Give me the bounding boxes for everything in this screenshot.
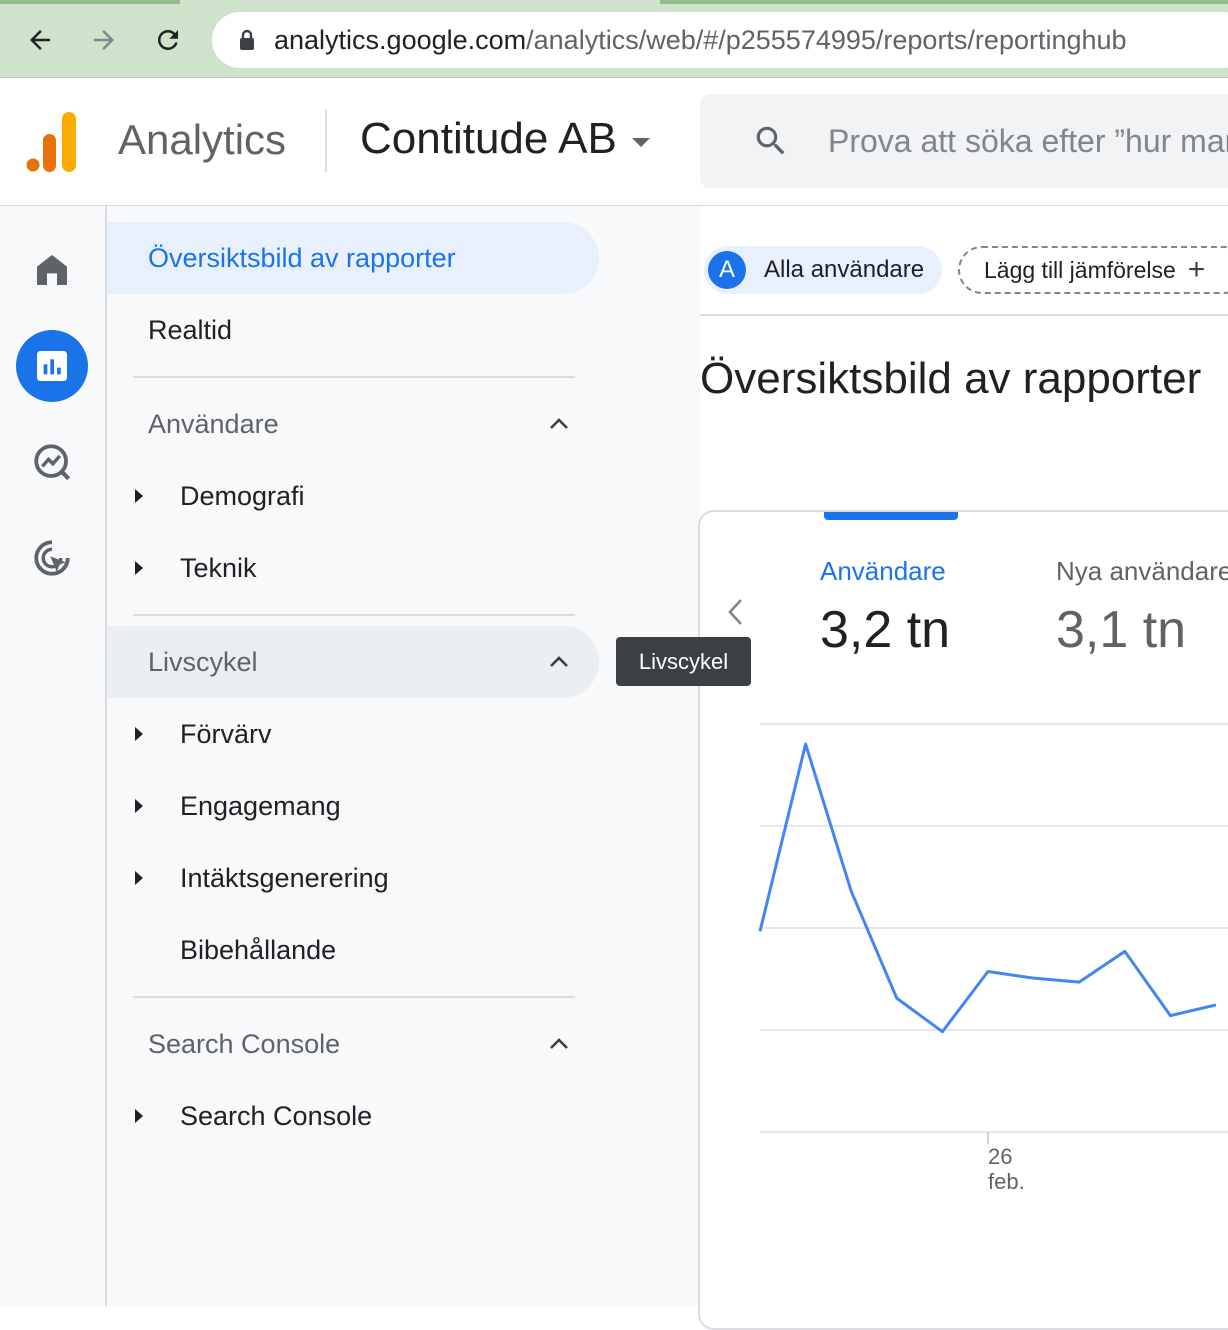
segment-chip[interactable]: A Alla användare <box>704 246 942 294</box>
browser-toolbar: analytics.google.com/analytics/web/#/p25… <box>0 0 1228 78</box>
expand-arrow-icon <box>135 561 143 575</box>
chart-series <box>758 742 1217 1034</box>
reload-button[interactable] <box>148 20 188 60</box>
rail-explore-button[interactable] <box>16 426 88 498</box>
url-domain: analytics.google.com <box>274 24 527 55</box>
segment-avatar: A <box>708 251 746 289</box>
browser-tab-edge <box>660 0 1228 4</box>
back-button[interactable] <box>20 20 60 60</box>
nav-item-engagement[interactable]: Engagemang <box>107 770 599 842</box>
reports-nav: Översiktsbild av rapporter Realtid Använ… <box>107 206 700 1306</box>
section-title: Search Console <box>148 1028 341 1059</box>
expand-arrow-icon <box>135 799 143 813</box>
chart-series-line <box>758 742 1217 1034</box>
search-bar[interactable] <box>700 94 1228 188</box>
advertising-icon <box>34 540 70 576</box>
browser-tab-edge <box>0 0 180 4</box>
nav-item-monetization[interactable]: Intäktsgenerering <box>107 842 599 914</box>
nav-divider <box>133 614 575 616</box>
chevron-up-icon <box>550 656 568 667</box>
expand-arrow-icon <box>135 727 143 741</box>
rail-advertising-button[interactable] <box>16 522 88 594</box>
reports-icon <box>37 351 67 381</box>
app-header: Analytics Contitude AB <box>0 78 1228 206</box>
nav-item-label: Bibehållande <box>180 934 337 965</box>
reload-icon <box>157 29 178 50</box>
nav-item-demographics[interactable]: Demografi <box>107 460 599 532</box>
page-title: Översiktsbild av rapporter <box>700 354 1202 403</box>
nav-section-lifecycle[interactable]: Livscykel <box>107 626 599 698</box>
nav-item-tech[interactable]: Teknik <box>107 532 599 604</box>
nav-item-search-console[interactable]: Search Console <box>107 1080 599 1152</box>
chart-x-axis: 26feb. <box>987 1132 1025 1194</box>
home-icon <box>37 255 67 285</box>
nav-item-label: Demografi <box>180 480 305 511</box>
expand-arrow-icon <box>135 1109 143 1123</box>
app-name: Analytics <box>118 116 287 163</box>
section-title: Användare <box>148 408 279 439</box>
nav-item-acquisition[interactable]: Förvärv <box>107 698 599 770</box>
add-comparison-button[interactable]: Lägg till jämförelse + <box>958 246 1228 294</box>
lock-icon <box>238 29 256 51</box>
address-bar[interactable]: analytics.google.com/analytics/web/#/p25… <box>212 12 1228 68</box>
nav-section-search-console[interactable]: Search Console <box>107 1008 599 1080</box>
chart-grid <box>760 723 1228 1133</box>
nav-item-label: Intäktsgenerering <box>180 862 389 893</box>
caret-down-icon[interactable] <box>632 138 650 147</box>
rail-home-button[interactable] <box>16 234 88 306</box>
forward-button[interactable] <box>84 20 124 60</box>
x-tick-label-day: 26 <box>988 1144 1012 1169</box>
plus-icon: + <box>1187 253 1206 286</box>
nav-item-overview[interactable]: Översiktsbild av rapporter <box>107 222 599 294</box>
explore-icon <box>34 444 71 481</box>
add-comparison-label: Lägg till jämförelse <box>984 256 1176 283</box>
rail-reports-button[interactable] <box>16 330 88 402</box>
nav-section-users[interactable]: Användare <box>107 388 599 460</box>
chevron-up-icon <box>550 418 568 429</box>
main-content: A Alla användare Lägg till jämförelse + … <box>698 206 1228 1330</box>
overview-card: Användare 3,2 tn Nya användare 3,1 tn 26… <box>698 510 1228 1330</box>
nav-item-label: Engagemang <box>180 790 341 821</box>
left-rail <box>0 206 107 1306</box>
tooltip: Livscykel <box>616 637 751 686</box>
url-text: analytics.google.com/analytics/web/#/p25… <box>274 25 1127 56</box>
x-tick-label-month: feb. <box>988 1169 1025 1194</box>
search-icon <box>756 126 785 155</box>
analytics-logo[interactable] <box>26 112 78 172</box>
nav-item-label: Search Console <box>180 1100 373 1131</box>
search-input[interactable] <box>828 116 1228 166</box>
nav-item-retention[interactable]: Bibehållande <box>107 914 599 986</box>
nav-item-label: Teknik <box>180 552 257 583</box>
nav-divider <box>133 376 575 378</box>
arrow-left-icon <box>30 30 50 50</box>
url-path: /analytics/web/#/p255574995/reports/repo… <box>526 24 1127 55</box>
expand-arrow-icon <box>135 871 143 885</box>
arrow-right-icon <box>94 30 114 50</box>
nav-item-label: Förvärv <box>180 718 272 749</box>
section-title: Livscykel <box>148 646 258 677</box>
main-divider <box>700 314 1228 316</box>
segment-label: Alla användare <box>764 256 925 283</box>
nav-divider <box>133 996 575 998</box>
users-line-chart: 26feb. <box>758 723 1228 1194</box>
expand-arrow-icon <box>135 489 143 503</box>
chevron-up-icon <box>550 1038 568 1049</box>
nav-item-realtime[interactable]: Realtid <box>107 294 599 366</box>
account-selector[interactable]: Contitude AB <box>360 114 617 164</box>
header-divider <box>325 110 327 172</box>
